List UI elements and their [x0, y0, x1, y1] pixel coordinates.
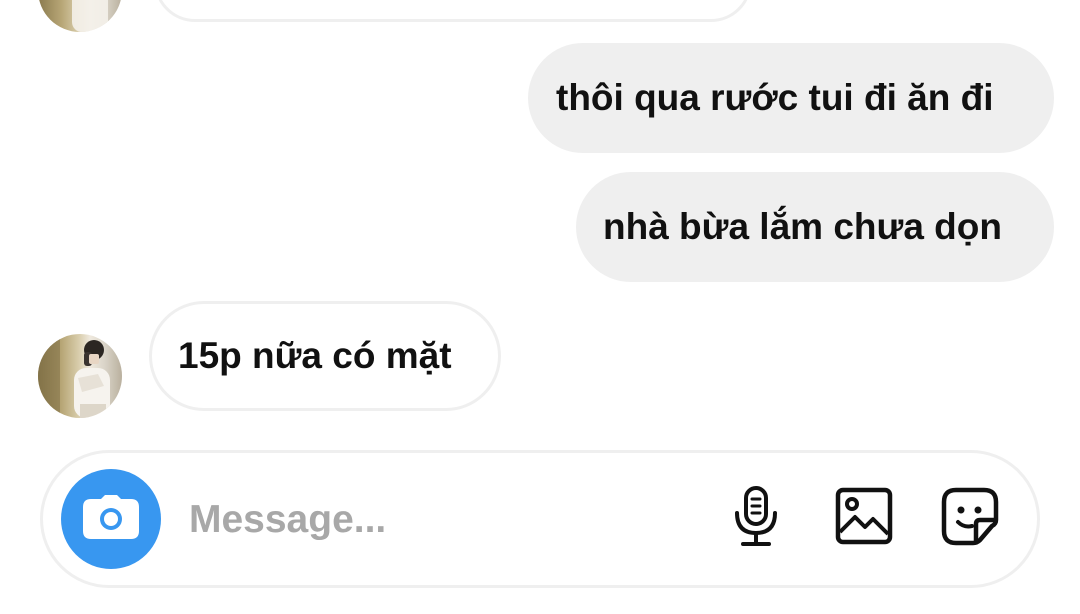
gallery-button[interactable]: [831, 485, 897, 551]
message-bubble-outgoing[interactable]: thôi qua rước tui đi ăn đi: [528, 43, 1054, 153]
message-bubble-incoming[interactable]: [154, 0, 752, 22]
contact-photo: [38, 334, 110, 418]
contact-photo: [72, 0, 108, 32]
microphone-icon: [733, 485, 779, 552]
message-text: 15p nữa có mặt: [178, 335, 452, 376]
sticker-button[interactable]: [937, 485, 1003, 551]
message-text: nhà bừa lắm chưa dọn: [603, 206, 1002, 247]
contact-avatar[interactable]: [38, 0, 122, 32]
chat-screen: thôi qua rước tui đi ăn đi nhà bừa lắm c…: [0, 0, 1080, 614]
camera-icon: [83, 494, 139, 544]
message-composer: [40, 450, 1040, 588]
message-bubble-incoming[interactable]: 15p nữa có mặt: [149, 301, 501, 411]
camera-button[interactable]: [61, 469, 161, 569]
message-input[interactable]: [189, 489, 709, 551]
sticker-icon: [940, 486, 1000, 551]
contact-avatar[interactable]: [38, 334, 122, 418]
message-bubble-outgoing[interactable]: nhà bừa lắm chưa dọn: [576, 172, 1054, 282]
gallery-icon: [835, 487, 893, 550]
voice-message-button[interactable]: [723, 485, 789, 551]
message-text: thôi qua rước tui đi ăn đi: [556, 77, 994, 118]
